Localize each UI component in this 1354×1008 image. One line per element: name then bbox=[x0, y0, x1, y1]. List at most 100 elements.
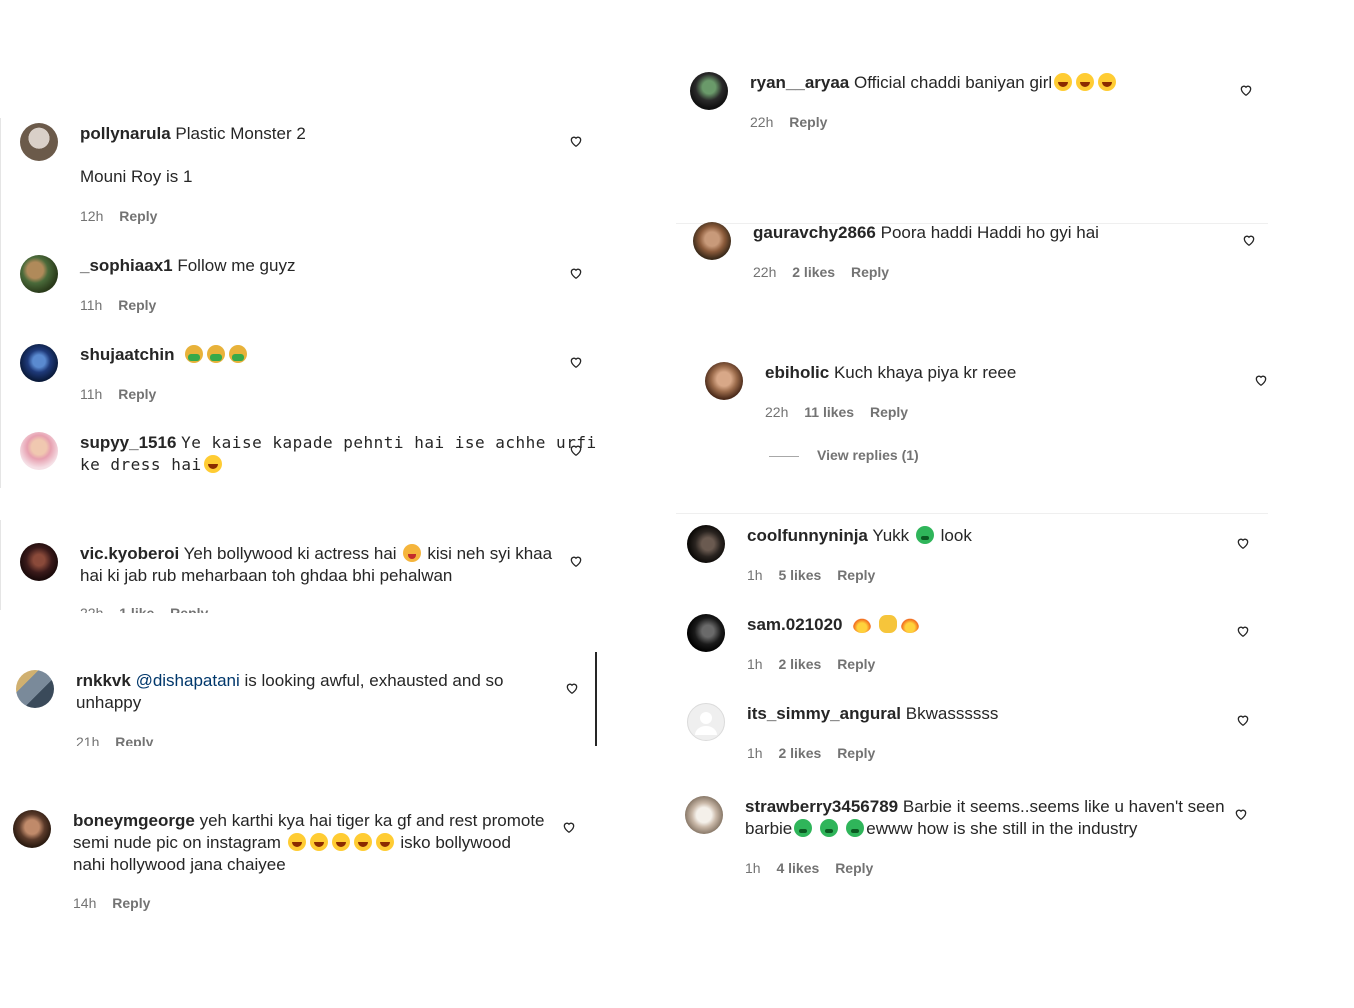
heart-icon[interactable] bbox=[569, 554, 583, 568]
avatar[interactable] bbox=[687, 614, 725, 652]
comment-username[interactable]: its_simmy_angural bbox=[747, 704, 901, 723]
comment-text-line2: hai ki jab rub meharbaan toh ghdaa bhi p… bbox=[80, 566, 453, 585]
heart-icon[interactable] bbox=[569, 266, 583, 280]
clapping-hands-emoji bbox=[879, 615, 898, 633]
comment-strawberry3456789: strawberry3456789 Barbie it seems..seems… bbox=[685, 796, 1255, 886]
reply-button[interactable]: Reply bbox=[870, 404, 908, 420]
nauseated-face-emoji bbox=[207, 345, 226, 363]
avatar[interactable] bbox=[693, 222, 731, 260]
view-replies-button[interactable]: View replies (1) bbox=[769, 447, 919, 463]
heart-icon[interactable] bbox=[1239, 83, 1253, 97]
laughing-face-emoji bbox=[1076, 73, 1095, 91]
reply-button[interactable]: Reply bbox=[118, 297, 156, 313]
heart-icon[interactable] bbox=[562, 820, 576, 834]
comment-time: 22h bbox=[765, 404, 789, 420]
reply-button[interactable]: Reply bbox=[112, 895, 150, 911]
heart-icon[interactable] bbox=[1236, 624, 1250, 638]
likes-count[interactable]: 2 likes bbox=[778, 745, 821, 761]
view-replies-label: View replies (1) bbox=[817, 447, 919, 463]
avatar[interactable] bbox=[690, 72, 728, 110]
comment-text-line2b: isko bollywood bbox=[400, 833, 511, 852]
avatar[interactable] bbox=[20, 344, 58, 382]
reply-button[interactable]: Reply bbox=[118, 386, 156, 402]
comment-username[interactable]: supyy_1516 bbox=[80, 433, 176, 452]
replies-dash bbox=[769, 455, 799, 457]
reply-button[interactable]: Reply bbox=[837, 745, 875, 761]
fire-emoji bbox=[901, 615, 920, 633]
default-avatar-icon[interactable] bbox=[687, 703, 725, 741]
reply-button[interactable]: Reply bbox=[115, 734, 153, 746]
comment-text: Yukk bbox=[872, 526, 910, 545]
avatar[interactable] bbox=[16, 670, 54, 708]
comment-boneymgeorge: boneymgeorge yeh karthi kya hai tiger ka… bbox=[13, 810, 590, 915]
comment-sophiaax1: _sophiaax1 Follow me guyz 11h Reply bbox=[20, 255, 590, 315]
comment-text-line2: ke dress hai bbox=[80, 455, 202, 474]
likes-count[interactable]: 5 likes bbox=[778, 567, 821, 583]
likes-count[interactable]: 11 likes bbox=[804, 404, 854, 420]
heart-icon[interactable] bbox=[1236, 536, 1250, 550]
laughing-face-emoji bbox=[1098, 73, 1117, 91]
heart-icon[interactable] bbox=[569, 134, 583, 148]
heart-icon[interactable] bbox=[1236, 713, 1250, 727]
likes-count[interactable]: 4 likes bbox=[776, 860, 819, 876]
comment-username[interactable]: vic.kyoberoi bbox=[80, 544, 179, 563]
comment-ryan-aryaa: ryan__aryaa Official chaddi baniyan girl… bbox=[690, 72, 1260, 132]
comment-text: Ye kaise kapade pehnti hai ise achhe urf… bbox=[181, 433, 597, 452]
comment-username[interactable]: _sophiaax1 bbox=[80, 256, 173, 275]
comment-its-simmy-angural: its_simmy_angural Bkwassssss 1h 2 likes … bbox=[687, 703, 1257, 763]
heart-icon[interactable] bbox=[569, 443, 583, 457]
heart-icon[interactable] bbox=[1234, 807, 1248, 821]
reply-button[interactable]: Reply bbox=[837, 567, 875, 583]
laughing-face-emoji bbox=[203, 455, 222, 473]
avatar[interactable] bbox=[20, 255, 58, 293]
comment-time: 11h bbox=[80, 297, 103, 313]
avatar[interactable] bbox=[687, 525, 725, 563]
sick-face-emoji bbox=[915, 526, 934, 544]
avatar[interactable] bbox=[685, 796, 723, 834]
sick-face-emoji bbox=[846, 819, 865, 837]
comment-time: 11h bbox=[80, 386, 103, 402]
sick-face-emoji bbox=[794, 819, 813, 837]
mention-link[interactable]: @dishapatani bbox=[136, 671, 240, 690]
likes-count[interactable]: 2 likes bbox=[792, 264, 835, 280]
scroll-divider[interactable] bbox=[595, 652, 597, 746]
comment-username[interactable]: strawberry3456789 bbox=[745, 797, 898, 816]
laughing-face-emoji bbox=[353, 833, 372, 851]
avatar[interactable] bbox=[705, 362, 743, 400]
reply-button[interactable]: Reply bbox=[851, 264, 889, 280]
fire-emoji bbox=[853, 615, 872, 633]
reply-button[interactable]: Reply bbox=[789, 114, 827, 130]
comment-text: Bkwassssss bbox=[905, 704, 999, 723]
comment-time: 22h bbox=[80, 605, 104, 613]
comment-text-line2a: barbie bbox=[745, 819, 793, 838]
comment-username[interactable]: ryan__aryaa bbox=[750, 73, 849, 92]
heart-icon[interactable] bbox=[569, 355, 583, 369]
comment-username[interactable]: ebiholic bbox=[765, 363, 829, 382]
comment-time: 1h bbox=[745, 860, 761, 876]
comment-rnkkvk: rnkkvk @dishapatani is looking awful, ex… bbox=[16, 670, 590, 746]
heart-icon[interactable] bbox=[1254, 373, 1268, 387]
avatar[interactable] bbox=[20, 123, 58, 161]
comment-time: 22h bbox=[750, 114, 774, 130]
comment-username[interactable]: rnkkvk bbox=[76, 671, 131, 690]
comment-username[interactable]: shujaatchin bbox=[80, 345, 174, 364]
comment-username[interactable]: boneymgeorge bbox=[73, 811, 195, 830]
comment-username[interactable]: coolfunnyninja bbox=[747, 526, 868, 545]
comment-time: 21h bbox=[76, 734, 100, 746]
avatar[interactable] bbox=[13, 810, 51, 848]
reply-button[interactable]: Reply bbox=[835, 860, 873, 876]
heart-icon[interactable] bbox=[565, 681, 579, 695]
avatar[interactable] bbox=[20, 543, 58, 581]
heart-icon[interactable] bbox=[1242, 233, 1256, 247]
avatar[interactable] bbox=[20, 432, 58, 470]
reply-button[interactable]: Reply bbox=[837, 656, 875, 672]
likes-count[interactable]: 2 likes bbox=[778, 656, 821, 672]
comment-username[interactable]: gauravchy2866 bbox=[753, 223, 876, 242]
likes-count[interactable]: 1 like bbox=[119, 605, 154, 613]
reply-button[interactable]: Reply bbox=[170, 605, 208, 613]
reply-button[interactable]: Reply bbox=[119, 208, 157, 224]
comment-username[interactable]: sam.021020 bbox=[747, 615, 842, 634]
comment-time: 12h bbox=[80, 208, 104, 224]
comment-username[interactable]: pollynarula bbox=[80, 124, 171, 143]
comment-time: 1h bbox=[747, 567, 763, 583]
